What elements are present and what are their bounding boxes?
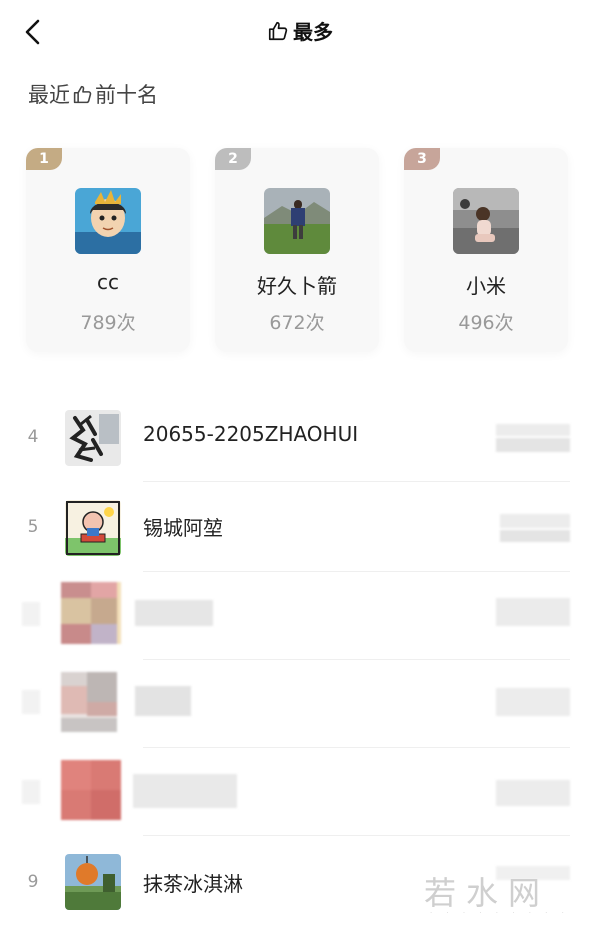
avatar-blurred: [61, 582, 121, 644]
avatar: [65, 854, 121, 910]
user-name: 锡城阿堃: [143, 516, 223, 540]
user-name: 小米: [466, 274, 506, 298]
like-count-blurred: [496, 514, 570, 544]
user-name-blurred: [133, 774, 237, 808]
like-count-blurred: [496, 688, 570, 718]
like-count-blurred: [496, 424, 570, 454]
divider: [143, 481, 570, 482]
section-title: 最近 前十名: [28, 80, 158, 110]
page-title: 最多: [0, 18, 600, 46]
list-item[interactable]: 5 锡城阿堃: [0, 484, 600, 572]
avatar-blurred: [61, 672, 117, 732]
avatar-blurred: [61, 760, 121, 820]
rank-badge: 2: [215, 148, 251, 170]
rank-number-blurred: [22, 602, 40, 626]
rank-number-blurred: [22, 690, 40, 714]
rank-number-blurred: [22, 780, 40, 804]
like-count-blurred: [496, 780, 570, 810]
avatar: [65, 500, 121, 556]
like-count: 789次: [80, 312, 136, 334]
rank-badge: 1: [26, 148, 62, 170]
rank-number: 5: [27, 517, 39, 537]
watermark-decoration: · · · · · · · · ·: [430, 909, 570, 917]
avatar: [75, 188, 141, 254]
rank-number: 4: [27, 427, 39, 447]
user-name: cc: [97, 270, 119, 294]
top-bar: 最多: [0, 0, 600, 64]
like-count: 672次: [269, 312, 325, 334]
user-name: 好久卜箭: [257, 274, 337, 298]
top-card-2[interactable]: 2 好久卜箭 672次: [215, 148, 379, 352]
avatar: [453, 188, 519, 254]
section-title-prefix: 最近: [28, 83, 70, 107]
thumbs-up-icon: [72, 83, 93, 113]
user-name-blurred: [135, 686, 191, 716]
list-item-blurred[interactable]: [0, 748, 600, 836]
user-name: 20655-2205ZHAOHUI: [143, 422, 359, 446]
like-count: 496次: [458, 312, 514, 334]
page-title-text: 最多: [293, 20, 333, 44]
rank-number: 9: [27, 872, 39, 892]
top-card-3[interactable]: 3 小米 496次: [404, 148, 568, 352]
user-name: 抹茶冰淇淋: [143, 872, 243, 896]
list-item-blurred[interactable]: [0, 572, 600, 660]
list-item-blurred[interactable]: [0, 660, 600, 748]
avatar: [65, 410, 121, 466]
rank-badge: 3: [404, 148, 440, 170]
section-title-suffix: 前十名: [95, 83, 158, 107]
like-count-blurred: [496, 598, 570, 628]
thumbs-up-icon: [267, 20, 289, 49]
avatar: [264, 188, 330, 254]
user-name-blurred: [135, 600, 213, 626]
list-item[interactable]: 4 20655-2205ZHAOHUI: [0, 394, 600, 482]
divider: [143, 835, 570, 836]
top-card-1[interactable]: 1 cc 789次: [26, 148, 190, 352]
